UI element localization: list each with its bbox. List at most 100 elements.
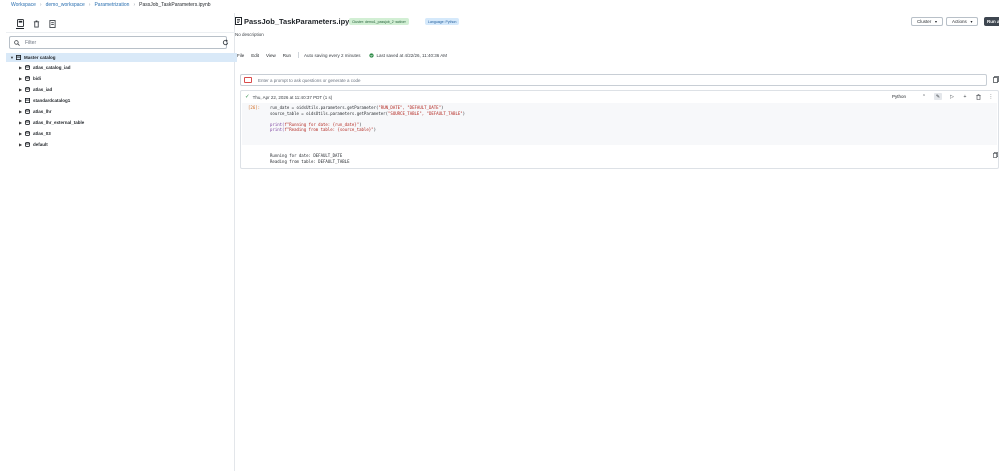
filter-input[interactable] [25,39,215,46]
tree-item-schema[interactable]: ▶ atlas_catalog_iad [6,62,237,73]
execution-count: [26]: [248,105,261,110]
chevron-right-icon[interactable]: ▶ [19,76,24,81]
sidebar-tabs [16,19,56,29]
cell-toolbar: Python ⌃ ✎ ▷ + ⋮ [892,93,994,100]
chevron-right-icon[interactable]: ▶ [19,65,24,70]
catalog-sidebar: ▼ Master catalog ▶ atlas_catalog_iad ▶ b… [6,13,237,471]
code-line: print(f"Reading from table: {source_tabl… [270,127,376,133]
run-all-button[interactable]: Run all [984,17,999,26]
ai-prompt-bar[interactable] [240,74,987,86]
language-badge[interactable]: Language: Python [425,18,460,25]
tree-item-label: atlas_lhr [33,109,52,114]
tree-item-schema[interactable]: ▶ atlas_lhr_external_table [6,117,237,128]
chevron-right-icon[interactable]: ▶ [19,87,24,92]
notebook-title[interactable]: PassJob_TaskParameters.ipynb [244,17,359,26]
tree-item-label: atlas_03 [33,131,51,136]
menu-file[interactable]: File [237,53,244,58]
tree-item-schema[interactable]: ▶ atlas_03 [6,128,237,139]
last-saved-status: Last saved at 4/22/26, 11:40:36 AM [368,52,447,58]
tree-item-label: Master catalog [24,55,56,60]
add-cell-icon[interactable]: + [962,93,968,100]
actions-button-label: Actions [952,19,967,24]
database-icon [25,87,30,92]
database-icon [25,76,30,81]
check-icon: ✓ [245,94,250,100]
catalog-icon [16,55,21,60]
tree-item-label: atlas_catalog_iad [33,65,71,70]
check-circle-icon [368,52,374,58]
delete-icon[interactable] [975,93,981,100]
cluster-badge[interactable]: Cluster: demo1_passjob_2 ‹active› [349,18,410,25]
catalog-tab-icon[interactable] [16,19,24,29]
breadcrumb-demo-workspace[interactable]: demo_workspace [46,2,85,8]
notebook-header: PassJob_TaskParameters.ipynb Cluster: de… [235,13,999,43]
chevron-right-icon[interactable]: ▶ [19,109,24,114]
run-cell-icon[interactable]: ▷ [949,93,955,100]
breadcrumb: Workspace › demo_workspace › Parametriza… [0,0,999,9]
tree-item-schema[interactable]: ▶ bidi [6,73,237,84]
copy-icon[interactable] [993,76,999,83]
chevron-right-icon[interactable]: ▶ [19,98,24,103]
cluster-button-label: Cluster [917,19,932,24]
cell-status: ✓ Thu, Apr 22, 2026 at 11:40:37 PDT (1 s… [245,94,332,100]
tree-item-master-catalog[interactable]: ▼ Master catalog [6,53,237,62]
database-icon [25,120,30,125]
code-editor[interactable]: [26]: run_date = oidsUtils.parameters.ge… [242,103,997,145]
cell-output: Running for date: DEFAULT_DATE Reading fr… [270,153,349,164]
pin-icon[interactable]: ✎ [934,93,942,100]
tree-item-label: atlas_lhr_external_table [33,120,85,125]
notebook-description[interactable]: No description [235,32,264,37]
chevron-right-icon[interactable]: ▶ [19,142,24,147]
output-line: Running for date: DEFAULT_DATE [270,153,343,158]
chevron-right-icon[interactable]: ▶ [19,120,24,125]
tree-item-schema[interactable]: ▶ atlas_lhr [6,106,237,117]
code-text[interactable]: run_date = oidsUtils.parameters.getParam… [270,105,465,133]
cluster-button[interactable]: Cluster ▼ [911,17,943,26]
database-icon [25,65,30,70]
tree-item-schema[interactable]: ▶ default [6,139,237,150]
tree-item-label: default [33,142,48,147]
document-tab-icon[interactable] [48,20,56,28]
menu-view[interactable]: View [266,53,276,58]
assistant-icon [244,77,252,83]
output-line: Reading from table: DEFAULT_TABLE [270,158,350,164]
caret-up-icon[interactable]: ⌃ [921,93,927,100]
filter-field[interactable] [9,36,227,49]
divider [297,52,299,58]
copy-output-icon[interactable] [993,152,998,158]
breadcrumb-separator: › [133,1,136,8]
trash-tab-icon[interactable] [32,20,40,28]
menu-bar: File Edit View Run Auto saving every 2 m… [237,51,447,59]
catalog-icon [25,98,30,103]
actions-button[interactable]: Actions ▼ [946,17,978,26]
code-cell[interactable]: ✓ Thu, Apr 22, 2026 at 11:40:37 PDT (1 s… [240,90,999,169]
tree-item-label: bidi [33,76,41,81]
breadcrumb-parametrization[interactable]: Parametrization [94,2,129,8]
autosave-status: Auto saving every 2 minutes [303,52,361,58]
search-icon [14,39,20,46]
chevron-down-icon: ▼ [934,19,938,24]
tree-item-label: standardcatalog1 [33,98,71,103]
database-icon [25,109,30,114]
catalog-tree: ▼ Master catalog ▶ atlas_catalog_iad ▶ b… [6,53,237,150]
cell-language-select[interactable]: Python [892,94,906,99]
refresh-icon[interactable] [222,39,230,47]
menu-run[interactable]: Run [283,53,291,58]
chevron-right-icon[interactable]: ▶ [19,131,24,136]
breadcrumb-separator: › [88,1,91,8]
chevron-down-icon: ▼ [969,19,974,24]
database-icon [25,131,30,136]
breadcrumb-current-file: PassJob_TaskParameters.ipynb [139,1,211,8]
ai-prompt-input[interactable] [258,77,858,83]
notebook-icon [235,17,242,25]
tree-item-schema[interactable]: ▶ atlas_iad [6,84,237,95]
breadcrumb-separator: › [39,1,42,8]
breadcrumb-workspace[interactable]: Workspace [11,2,36,8]
database-icon [25,142,30,147]
cell-status-text: Thu, Apr 22, 2026 at 11:40:37 PDT (1 s) [252,94,333,100]
chevron-down-icon[interactable]: ▼ [10,55,15,60]
more-options-icon[interactable]: ⋮ [988,93,994,100]
tree-item-label: atlas_iad [33,87,53,92]
menu-edit[interactable]: Edit [251,53,259,58]
tree-item-schema[interactable]: ▶ standardcatalog1 [6,95,237,106]
